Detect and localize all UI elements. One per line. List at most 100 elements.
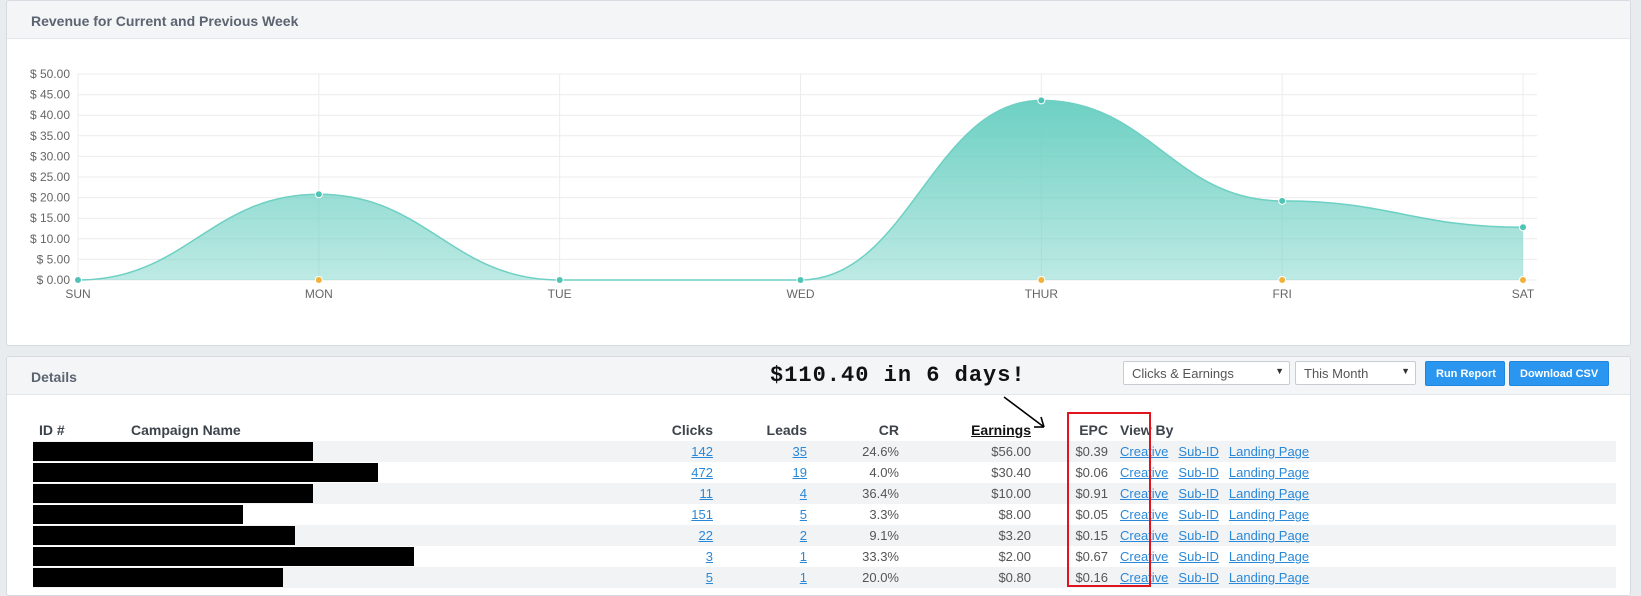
sub-id-link[interactable]: Sub-ID — [1178, 507, 1218, 522]
redacted-campaign — [33, 567, 637, 588]
period-select-value: This Month — [1304, 366, 1369, 381]
col-clicks[interactable]: Clicks — [637, 419, 719, 441]
clicks-link[interactable]: 5 — [706, 570, 713, 585]
redacted-campaign — [33, 546, 637, 567]
creative-link[interactable]: Creative — [1120, 465, 1168, 480]
epc-value: $0.67 — [1075, 549, 1108, 564]
col-earnings[interactable]: Earnings — [905, 419, 1037, 441]
details-panel: Details $110.40 in 6 days! Clicks & Earn… — [6, 356, 1631, 596]
leads-link[interactable]: 4 — [800, 486, 807, 501]
sub-id-link[interactable]: Sub-ID — [1178, 570, 1218, 585]
landing-page-link[interactable]: Landing Page — [1229, 549, 1309, 564]
sub-id-link[interactable]: Sub-ID — [1178, 549, 1218, 564]
creative-link[interactable]: Creative — [1120, 549, 1168, 564]
y-tick-label: $ 50.00 — [30, 67, 70, 81]
y-tick-label: $ 45.00 — [30, 88, 70, 102]
col-cr[interactable]: CR — [813, 419, 905, 441]
leads-link[interactable]: 19 — [793, 465, 807, 480]
earnings-value: $2.00 — [998, 549, 1031, 564]
sub-id-link[interactable]: Sub-ID — [1178, 486, 1218, 501]
y-tick-label: $ 40.00 — [30, 108, 70, 122]
details-table: ID # Campaign Name Clicks Leads CR Earni… — [33, 419, 1616, 588]
redaction-bar — [33, 547, 414, 566]
creative-link[interactable]: Creative — [1120, 507, 1168, 522]
redaction-bar — [33, 442, 313, 461]
y-tick-label: $ 0.00 — [37, 273, 71, 287]
table-row: 11 4 36.4% $10.00 $0.91 Creative Sub-ID Landing… — [33, 483, 1616, 504]
y-tick-label: $ 25.00 — [30, 170, 70, 184]
creative-link[interactable]: Creative — [1120, 528, 1168, 543]
metric-select[interactable]: Clicks & Earnings ▼ — [1123, 361, 1290, 385]
epc-value: $0.15 — [1037, 525, 1114, 546]
table-row: 472 19 4.0% $30.40 $0.06 Creative Sub-ID Landin… — [33, 462, 1616, 483]
creative-link[interactable]: Creative — [1120, 486, 1168, 501]
col-leads[interactable]: Leads — [719, 419, 813, 441]
data-point-current — [796, 276, 805, 284]
data-point-previous — [1037, 276, 1046, 284]
chevron-down-icon: ▼ — [1275, 366, 1284, 376]
sub-id-link[interactable]: Sub-ID — [1178, 444, 1218, 459]
y-tick-label: $ 10.00 — [30, 232, 70, 246]
landing-page-link[interactable]: Landing Page — [1229, 507, 1309, 522]
landing-page-link[interactable]: Landing Page — [1229, 570, 1309, 585]
clicks-link[interactable]: 22 — [699, 528, 713, 543]
leads-link[interactable]: 1 — [800, 570, 807, 585]
redacted-campaign — [33, 483, 637, 504]
y-tick-label: $ 30.00 — [30, 149, 70, 163]
redaction-bar — [33, 463, 378, 482]
earnings-value: $10.00 — [905, 483, 1037, 504]
redacted-campaign — [33, 441, 637, 462]
data-point-current — [314, 190, 323, 199]
table-row: 142 35 24.6% $56.00 $0.39 Creative Sub-ID Landi… — [33, 441, 1616, 462]
data-point-current — [555, 276, 564, 284]
earnings-callout: $110.40 in 6 days! — [770, 363, 1026, 388]
clicks-link[interactable]: 3 — [706, 549, 713, 564]
x-tick-label: WED — [787, 287, 815, 301]
landing-page-link[interactable]: Landing Page — [1229, 528, 1309, 543]
col-view-by: View By — [1120, 422, 1174, 438]
epc-value: $0.39 — [1037, 441, 1114, 462]
cr-value: 4.0% — [869, 465, 899, 480]
landing-page-link[interactable]: Landing Page — [1229, 465, 1309, 480]
creative-link[interactable]: Creative — [1120, 444, 1168, 459]
y-tick-label: $ 20.00 — [30, 191, 70, 205]
landing-page-link[interactable]: Landing Page — [1229, 486, 1309, 501]
clicks-link[interactable]: 472 — [691, 465, 713, 480]
metric-select-value: Clicks & Earnings — [1132, 366, 1234, 381]
leads-link[interactable]: 2 — [800, 528, 807, 543]
data-point-previous — [1519, 276, 1527, 284]
clicks-link[interactable]: 11 — [700, 486, 714, 501]
leads-link[interactable]: 5 — [800, 507, 807, 522]
earnings-value: $0.80 — [905, 567, 1037, 588]
landing-page-link[interactable]: Landing Page — [1229, 444, 1309, 459]
col-id[interactable]: ID # — [33, 419, 125, 441]
leads-link[interactable]: 35 — [793, 444, 807, 459]
creative-link[interactable]: Creative — [1120, 570, 1168, 585]
col-campaign-name[interactable]: Campaign Name — [125, 419, 637, 441]
sub-id-link[interactable]: Sub-ID — [1178, 465, 1218, 480]
y-tick-label: $ 35.00 — [30, 129, 70, 143]
data-point-current — [74, 276, 82, 284]
x-tick-label: TUE — [548, 287, 572, 301]
period-select[interactable]: This Month ▼ — [1295, 361, 1416, 385]
run-report-button[interactable]: Run Report — [1425, 361, 1505, 386]
redacted-campaign — [33, 504, 637, 525]
earnings-value: $3.20 — [905, 525, 1037, 546]
data-point-current — [1278, 196, 1287, 205]
col-earnings-label: Earnings — [971, 422, 1031, 438]
sub-id-link[interactable]: Sub-ID — [1178, 528, 1218, 543]
earnings-value: $8.00 — [998, 507, 1031, 522]
table-row: 3 1 33.3% $2.00 $0.67 Creative Sub-ID Landing P… — [33, 546, 1616, 567]
cr-value: 36.4% — [813, 483, 905, 504]
download-csv-button[interactable]: Download CSV — [1509, 361, 1609, 386]
redaction-bar — [33, 526, 295, 545]
cr-value: 20.0% — [813, 567, 905, 588]
redaction-bar — [33, 568, 283, 587]
table-header-row: ID # Campaign Name Clicks Leads CR Earni… — [33, 419, 1616, 441]
clicks-link[interactable]: 142 — [691, 444, 713, 459]
col-epc[interactable]: EPC — [1037, 419, 1114, 441]
clicks-link[interactable]: 151 — [691, 507, 713, 522]
leads-link[interactable]: 1 — [800, 549, 807, 564]
cr-value: 33.3% — [862, 549, 899, 564]
x-tick-label: SUN — [65, 287, 90, 301]
